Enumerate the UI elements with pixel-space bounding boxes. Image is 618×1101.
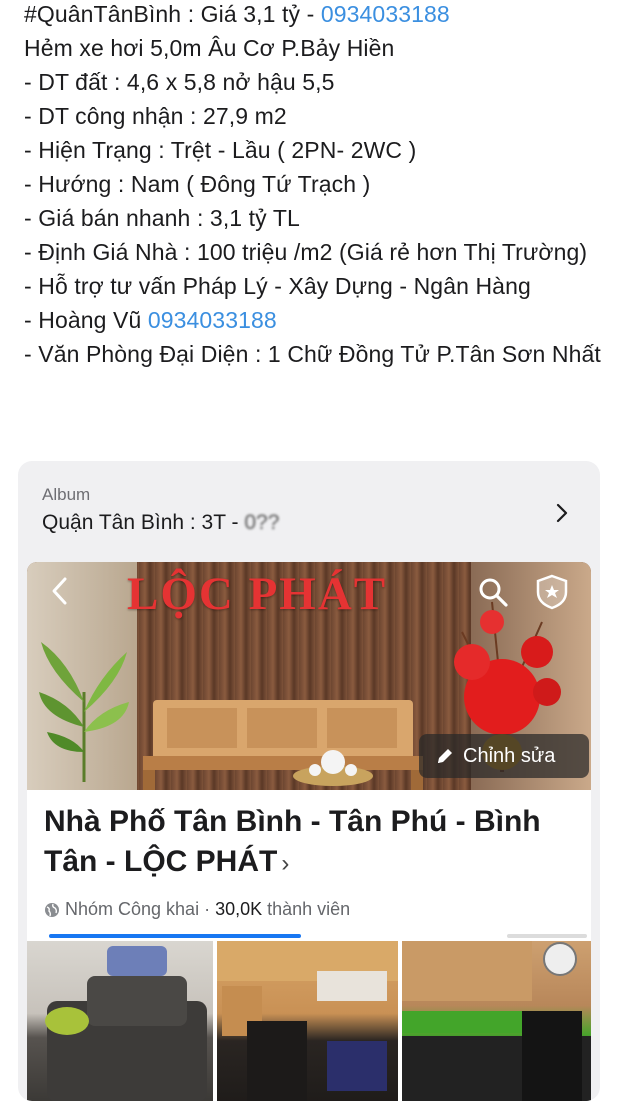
post-line: - Giá bán nhanh : 3,1 tỷ TL <box>24 205 300 231</box>
post-text: #QuânTânBình : Giá 3,1 tỷ - 0934033188 H… <box>24 0 604 371</box>
post-line: - Hướng : Nam ( Đông Tứ Trạch ) <box>24 171 371 197</box>
photo-thumbnail[interactable] <box>27 941 213 1101</box>
post-line: - Văn Phòng Đại Diện : 1 Chữ Đồng Tử P.T… <box>24 341 601 367</box>
group-name-text: Nhà Phố Tân Bình - Tân Phú - Bình Tân - … <box>44 805 541 878</box>
more-button-edge[interactable] <box>507 934 587 938</box>
pencil-icon <box>438 749 452 763</box>
photo-grid <box>27 941 591 1101</box>
post-line-text: - Hoàng Vũ <box>24 307 148 333</box>
phone-link[interactable]: 0934033188 <box>148 307 277 333</box>
group-meta: Nhóm Công khai · 30,0K thành viên <box>44 899 350 920</box>
chevron-right-icon[interactable] <box>550 501 574 525</box>
post-line: - Hiện Trạng : Trệt - Lầu ( 2PN- 2WC ) <box>24 137 417 163</box>
group-name[interactable]: Nhà Phố Tân Bình - Tân Phú - Bình Tân - … <box>44 802 584 884</box>
group-cover-photo: LỘC PHÁT Chỉnh sửa <box>27 562 591 790</box>
join-button-edge[interactable] <box>49 934 301 938</box>
album-title-text: Quận Tân Bình : 3T - <box>42 511 245 534</box>
post-line: - Hỗ trợ tư vấn Pháp Lý - Xây Dựng - Ngâ… <box>24 273 531 299</box>
kitchen-photo <box>402 941 591 1101</box>
post-line: #QuânTânBình : Giá 3,1 tỷ - 0934033188 <box>24 0 604 31</box>
cover-sign: LỘC PHÁT <box>127 568 388 620</box>
post-line: - DT công nhận : 27,9 m2 <box>24 103 287 129</box>
post-line-text: #QuânTânBình : Giá 3,1 tỷ - <box>24 1 321 27</box>
globe-icon <box>45 902 59 917</box>
post-line: - DT đất : 4,6 x 5,8 nở hậu 5,5 <box>24 69 335 95</box>
plant-illustration <box>39 642 129 782</box>
album-label: Album <box>42 485 91 504</box>
post-line: - Hoàng Vũ 0934033188 <box>24 303 604 337</box>
back-arrow-icon[interactable] <box>49 576 71 606</box>
sofa-illustration <box>143 700 423 790</box>
members-label: thành viên <box>267 899 351 919</box>
album-title-obscured: 0?? <box>244 511 280 534</box>
search-icon[interactable] <box>476 575 510 609</box>
edit-button[interactable]: Chỉnh sửa <box>419 734 589 778</box>
group-preview[interactable]: LỘC PHÁT Chỉnh sửa Nhà Phố Tân Bình - Tâ… <box>27 562 591 1101</box>
post-line: Hẻm xe hơi 5,0m Âu Cơ P.Bảy Hiền <box>24 35 395 61</box>
kitchen-photo <box>217 941 398 1101</box>
group-privacy: Nhóm Công khai <box>65 899 200 919</box>
members-count: 30,0K <box>215 899 263 919</box>
photo-thumbnail[interactable] <box>402 941 591 1101</box>
shield-icon[interactable] <box>535 574 569 610</box>
edit-button-label: Chỉnh sửa <box>463 744 556 767</box>
photo-thumbnail[interactable] <box>217 941 398 1101</box>
post-line: - Định Giá Nhà : 100 triệu /m2 (Giá rẻ h… <box>24 239 588 265</box>
album-card[interactable]: Album Quận Tân Bình : 3T - 0?? LỘC PHÁT <box>18 461 600 1101</box>
chevron-right-icon: › <box>281 850 290 877</box>
phone-link[interactable]: 0934033188 <box>321 1 450 27</box>
meta-separator: · <box>204 899 211 919</box>
album-title: Quận Tân Bình : 3T - 0?? <box>42 511 279 535</box>
living-room-photo <box>45 946 207 1101</box>
